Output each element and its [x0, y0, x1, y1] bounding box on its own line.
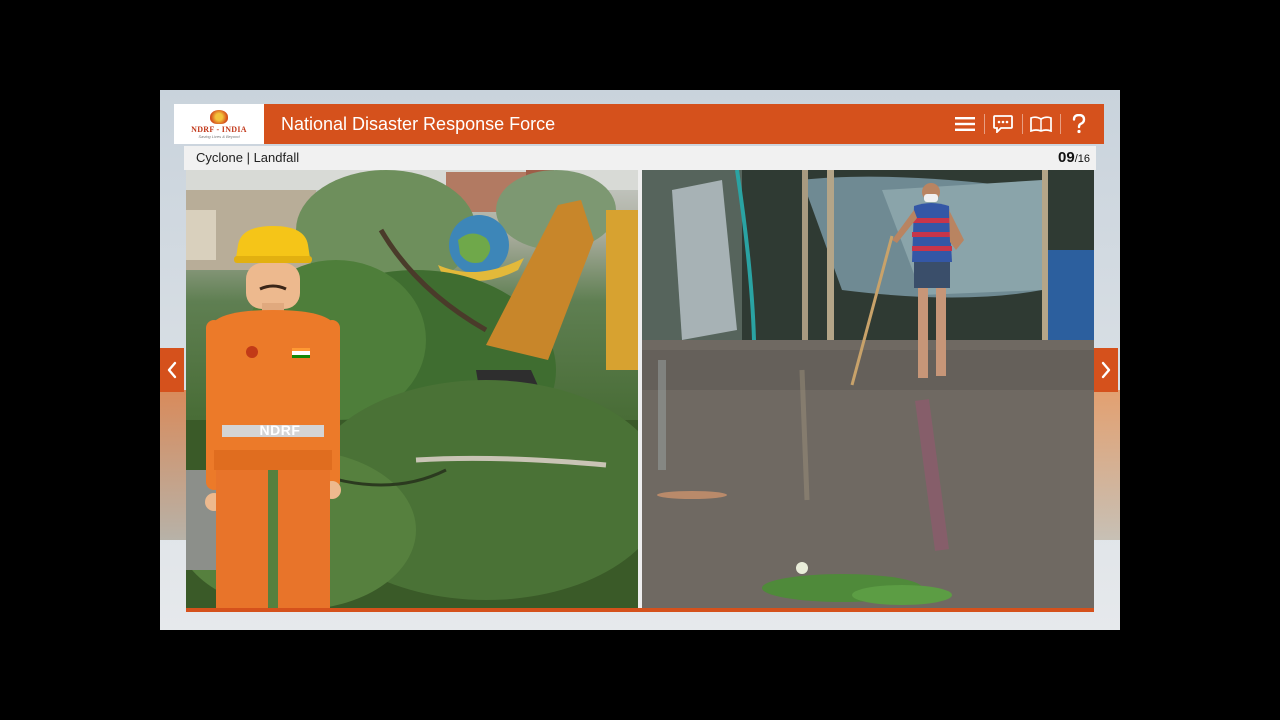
emblem-icon: [210, 109, 228, 124]
ndrf-logo: NDRF - INDIA Saving Lives & Beyond: [174, 104, 264, 144]
page-total: /16: [1074, 153, 1090, 165]
page-current: 09: [1058, 149, 1075, 166]
chevron-right-icon: [1101, 361, 1111, 379]
breadcrumb: Cyclone | Landfall: [196, 150, 300, 165]
background-edge-right: [1094, 390, 1120, 540]
menu-button[interactable]: [946, 104, 984, 144]
header-icons: [946, 104, 1098, 144]
chevron-left-icon: [167, 361, 177, 379]
chat-button[interactable]: [984, 104, 1022, 144]
ndrf-vest-badge: NDRF: [259, 422, 301, 438]
help-button[interactable]: [1060, 104, 1098, 144]
content-bottom-bar: [186, 608, 1094, 612]
menu-icon: [955, 117, 975, 131]
breadcrumb-bar: Cyclone | Landfall 09/16: [184, 146, 1096, 170]
previous-page-button[interactable]: [160, 348, 184, 392]
photo-fallen-trees: NDRF: [186, 170, 638, 608]
book-icon: [1030, 116, 1052, 132]
photo-flooded-street: [642, 170, 1094, 608]
chat-icon: [993, 115, 1013, 133]
slide-frame: NDRF - INDIA Saving Lives & Beyond Natio…: [160, 90, 1120, 630]
page-counter: 09/16: [1058, 146, 1090, 171]
help-icon: [1072, 114, 1086, 134]
header-bar: NDRF - INDIA Saving Lives & Beyond Natio…: [174, 104, 1104, 144]
flooded-street-scene: [642, 170, 1094, 608]
fallen-trees-scene: [186, 170, 638, 608]
page-title: National Disaster Response Force: [281, 114, 556, 134]
glossary-button[interactable]: [1022, 104, 1060, 144]
logo-text: NDRF - INDIA: [191, 124, 247, 134]
next-page-button[interactable]: [1094, 348, 1118, 392]
logo-tagline: Saving Lives & Beyond: [198, 133, 240, 139]
background-edge-left: [160, 390, 186, 540]
